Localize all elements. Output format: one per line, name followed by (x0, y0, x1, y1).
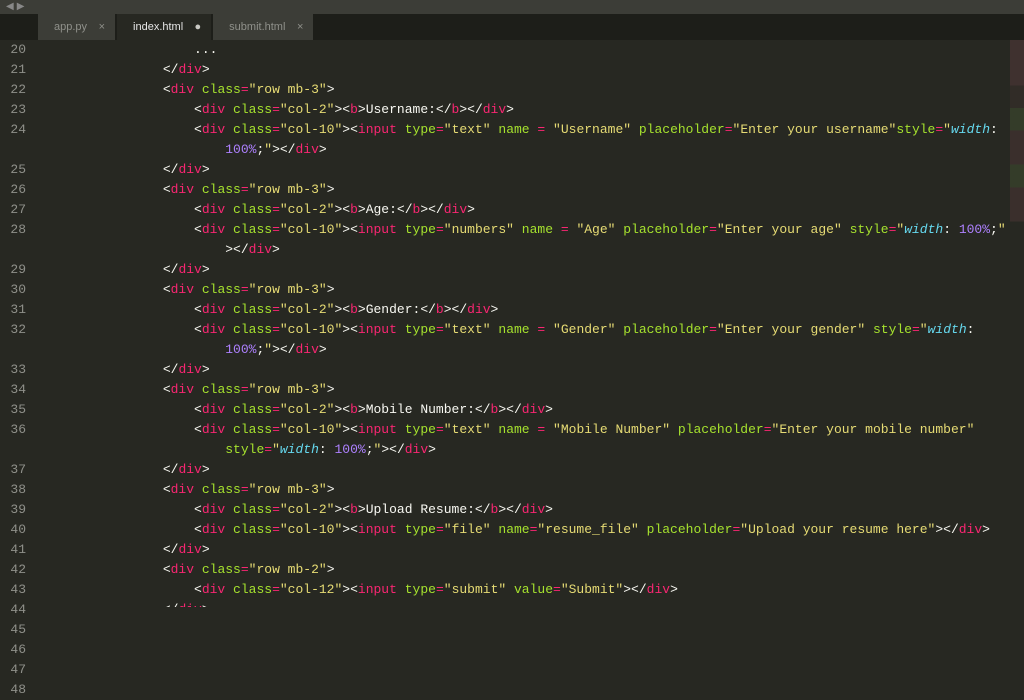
line-number: 33 (0, 360, 26, 380)
line-number: 30 (0, 280, 26, 300)
nav-arrows[interactable]: ◀ ▶ (0, 1, 30, 13)
close-icon[interactable]: × (99, 21, 105, 33)
line-number (0, 340, 26, 360)
code-line[interactable]: <div class="row mb-3"> (38, 380, 1024, 400)
line-number: 39 (0, 500, 26, 520)
line-number: 46 (0, 640, 26, 660)
line-number: 36 (0, 420, 26, 440)
tab-index-html[interactable]: index.html ● (117, 14, 211, 40)
line-number: 48 (0, 680, 26, 700)
line-number: 38 (0, 480, 26, 500)
code-line[interactable]: </div> (38, 600, 1024, 607)
nav-back-icon[interactable]: ◀ (6, 1, 14, 13)
code-line[interactable]: <div class="col-2"><b>Gender:</b></div> (38, 300, 1024, 320)
window-titlebar: ◀ ▶ (0, 0, 1024, 14)
line-number: 25 (0, 160, 26, 180)
code-line[interactable]: <div class="row mb-3"> (38, 480, 1024, 500)
code-line[interactable]: <div class="col-10"><input type="numbers… (38, 220, 1024, 240)
code-line[interactable]: 100%;"></div> (38, 140, 1024, 160)
line-number: 47 (0, 660, 26, 680)
line-number: 26 (0, 180, 26, 200)
code-line[interactable]: </div> (38, 160, 1024, 180)
code-line[interactable]: <div class="row mb-2"> (38, 560, 1024, 580)
code-editor[interactable]: 2021222324 25262728 29303132 33343536 373839… (0, 40, 1024, 607)
line-number: 35 (0, 400, 26, 420)
code-line[interactable]: </div> (38, 540, 1024, 560)
line-number-gutter: 2021222324 25262728 29303132 33343536 373839… (0, 40, 38, 607)
line-number: 37 (0, 460, 26, 480)
line-number: 23 (0, 100, 26, 120)
code-line[interactable]: <div class="col-10"><input type="file" n… (38, 520, 1024, 540)
code-line[interactable]: <div class="col-2"><b>Age:</b></div> (38, 200, 1024, 220)
code-line[interactable]: <div class="col-2"><b>Username:</b></div… (38, 100, 1024, 120)
line-number: 24 (0, 120, 26, 140)
code-line[interactable]: </div> (38, 60, 1024, 80)
nav-forward-icon[interactable]: ▶ (17, 1, 25, 13)
code-line[interactable]: <div class="col-12"><input type="submit"… (38, 580, 1024, 600)
minimap[interactable] (1010, 40, 1024, 607)
line-number: 32 (0, 320, 26, 340)
code-line[interactable]: <div class="row mb-3"> (38, 80, 1024, 100)
code-line[interactable]: style="width: 100%;"></div> (38, 440, 1024, 460)
tab-label: submit.html (229, 21, 285, 33)
modified-dot-icon[interactable]: ● (195, 21, 202, 33)
close-icon[interactable]: × (297, 21, 303, 33)
line-number: 29 (0, 260, 26, 280)
code-line[interactable]: <div class="row mb-3"> (38, 180, 1024, 200)
code-area[interactable]: ... </div> <div class="row mb-3"> <div c… (38, 40, 1024, 607)
code-line[interactable]: <div class="col-10"><input type="text" n… (38, 320, 1024, 340)
line-number (0, 140, 26, 160)
line-number: 41 (0, 540, 26, 560)
line-number: 22 (0, 80, 26, 100)
code-line[interactable]: <div class="col-10"><input type="text" n… (38, 420, 1024, 440)
line-number: 34 (0, 380, 26, 400)
line-number: 28 (0, 220, 26, 240)
line-number: 31 (0, 300, 26, 320)
code-line[interactable]: ... (38, 40, 1024, 60)
tab-label: app.py (54, 21, 87, 33)
line-number: 42 (0, 560, 26, 580)
code-line[interactable]: 100%;"></div> (38, 340, 1024, 360)
code-line[interactable]: <div class="row mb-3"> (38, 280, 1024, 300)
tab-app-py[interactable]: app.py × (38, 14, 115, 40)
line-number: 44 (0, 600, 26, 620)
code-line[interactable]: <div class="col-10"><input type="text" n… (38, 120, 1024, 140)
line-number (0, 240, 26, 260)
code-line[interactable]: <div class="col-2"><b>Upload Resume:</b>… (38, 500, 1024, 520)
code-line[interactable]: </div> (38, 460, 1024, 480)
line-number: 40 (0, 520, 26, 540)
tab-label: index.html (133, 21, 183, 33)
line-number: 20 (0, 40, 26, 60)
line-number: 21 (0, 60, 26, 80)
line-number: 43 (0, 580, 26, 600)
code-line[interactable]: ></div> (38, 240, 1024, 260)
line-number: 45 (0, 620, 26, 640)
code-line[interactable]: </div> (38, 360, 1024, 380)
code-line[interactable]: <div class="col-2"><b>Mobile Number:</b>… (38, 400, 1024, 420)
line-number (0, 440, 26, 460)
tab-bar: app.py × index.html ● submit.html × (0, 14, 1024, 40)
code-line[interactable]: </div> (38, 260, 1024, 280)
tab-submit-html[interactable]: submit.html × (213, 14, 313, 40)
line-number: 27 (0, 200, 26, 220)
